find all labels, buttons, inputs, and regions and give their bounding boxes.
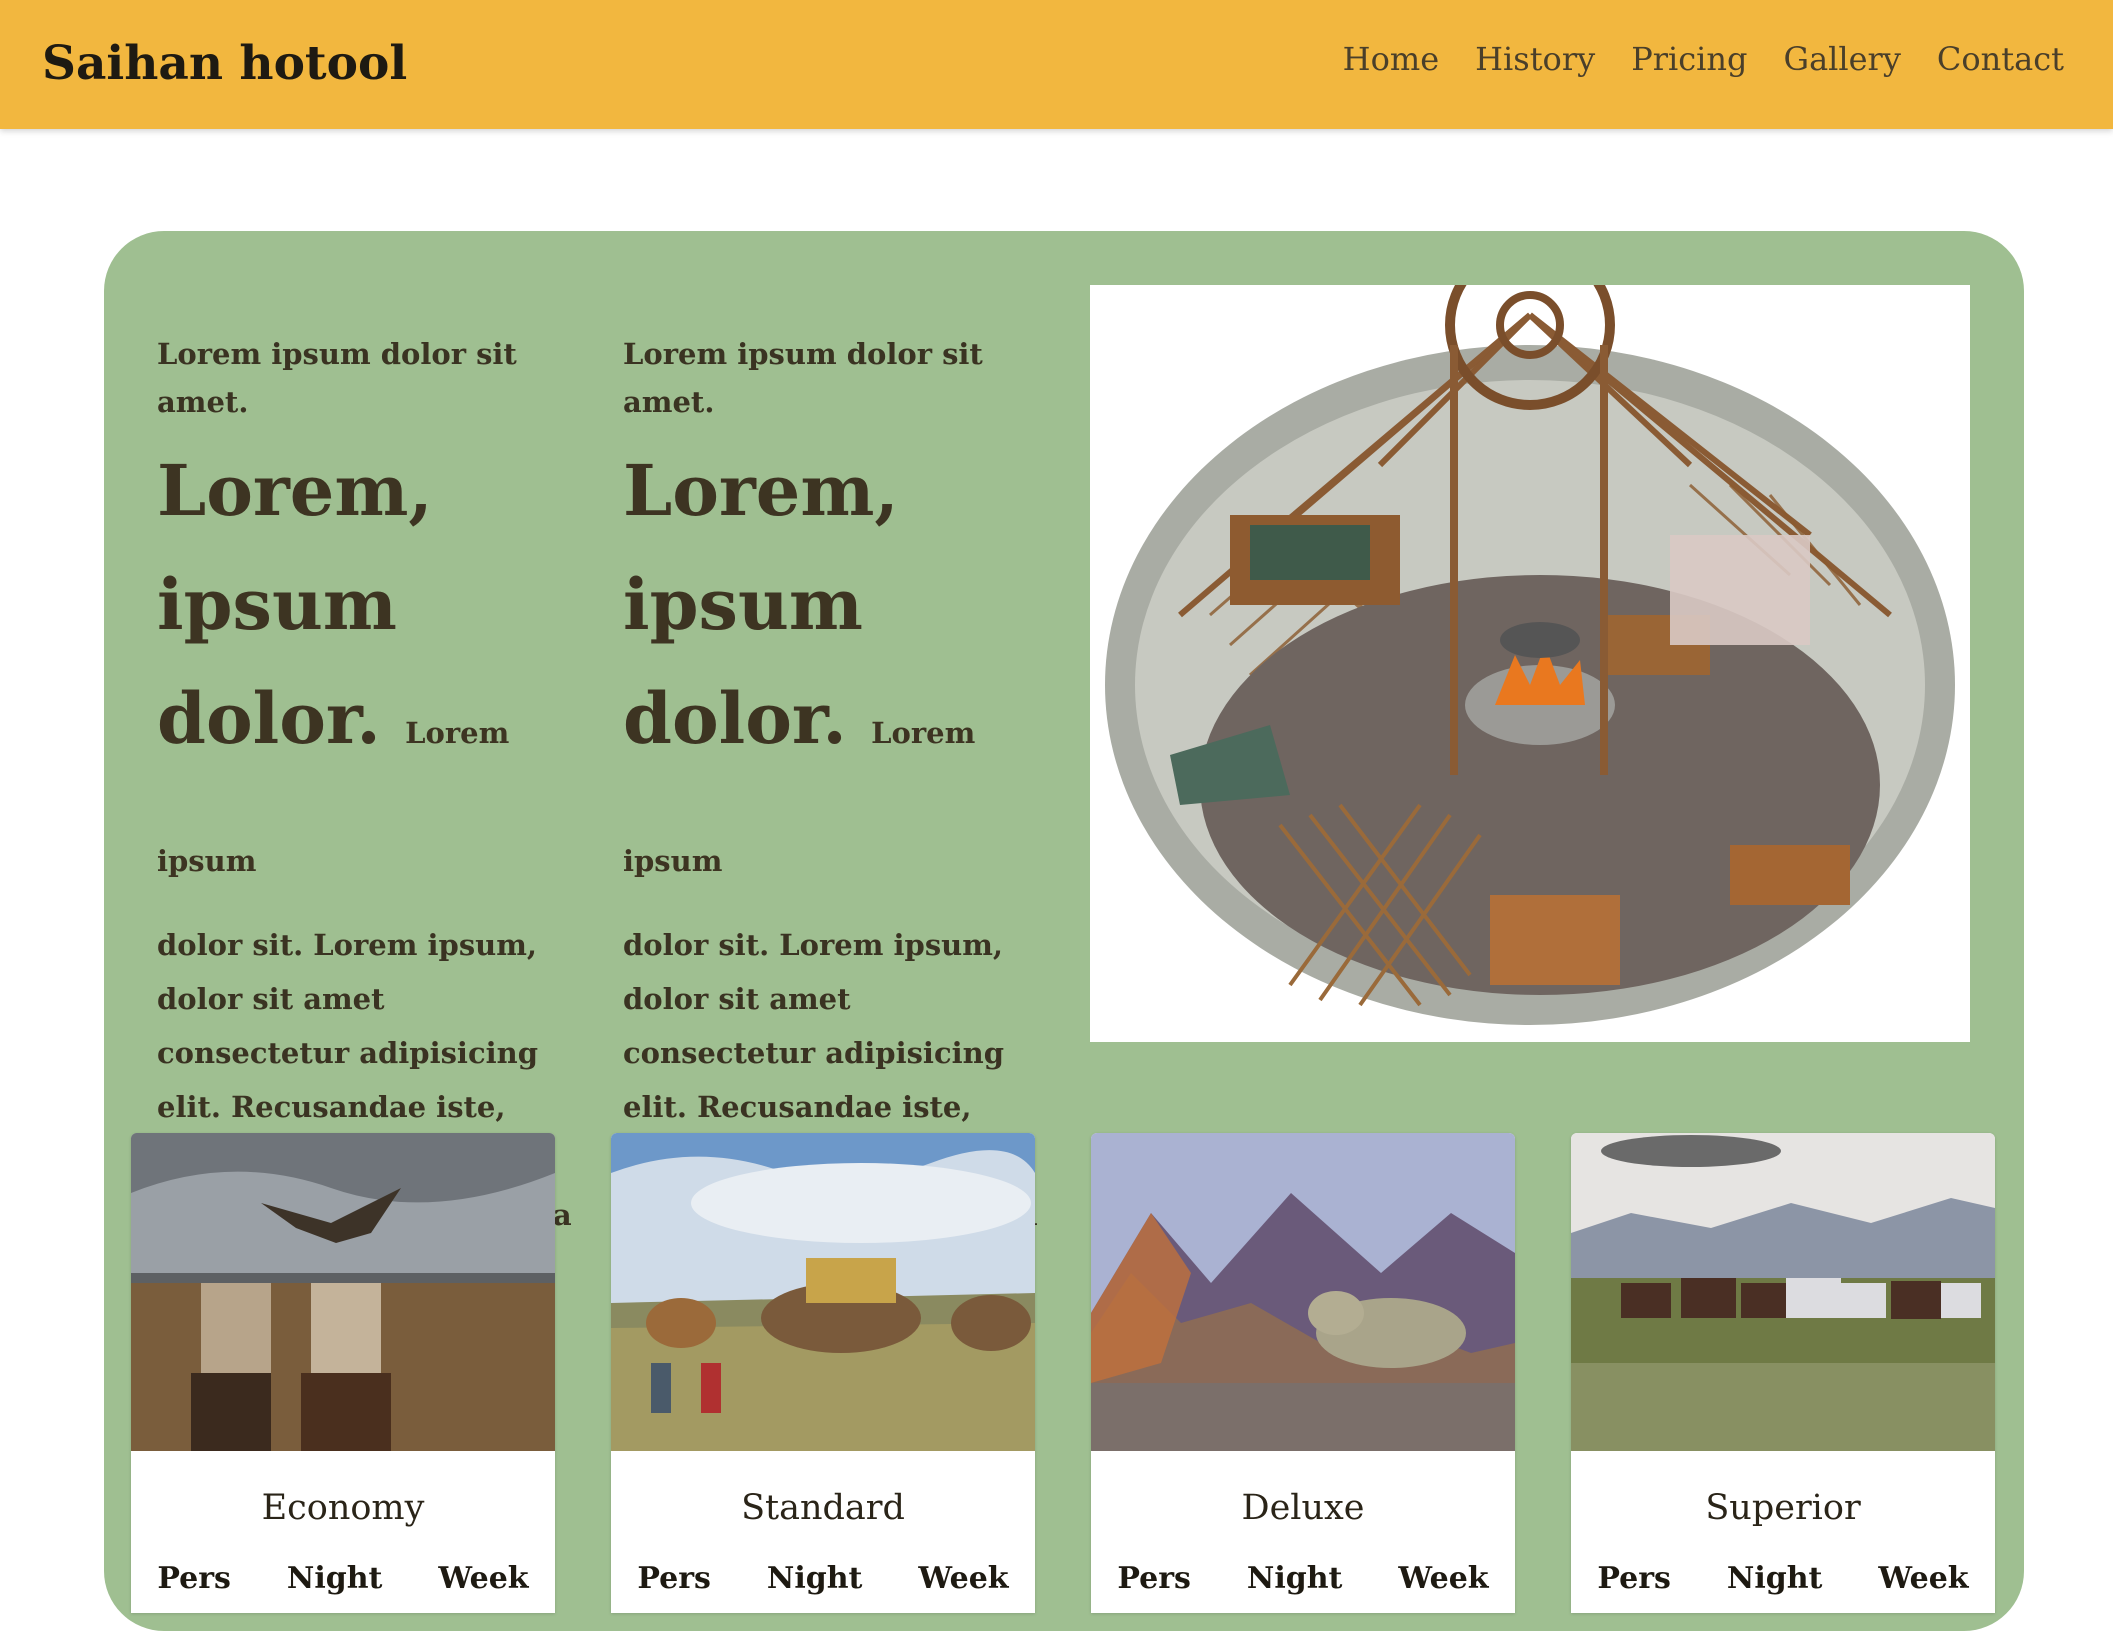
card-title: Economy xyxy=(261,1488,425,1528)
col-night: Night xyxy=(766,1561,863,1596)
col-night: Night xyxy=(1246,1561,1343,1596)
col-week: Week xyxy=(918,1561,1009,1596)
col-week: Week xyxy=(438,1561,529,1596)
card-price-columns: Pers Night Week xyxy=(611,1561,1035,1596)
pricing-card-standard[interactable]: Standard Pers Night Week xyxy=(611,1133,1035,1613)
wild-horses-photo xyxy=(1571,1133,1995,1451)
camel-caravan-photo xyxy=(611,1133,1035,1451)
card-price-columns: Pers Night Week xyxy=(131,1561,555,1596)
yurt-image xyxy=(1090,285,1970,1042)
yurt-illustration xyxy=(1090,285,1970,1042)
col-week: Week xyxy=(1398,1561,1489,1596)
col-pers: Pers xyxy=(1117,1561,1191,1596)
card-price-columns: Pers Night Week xyxy=(1571,1561,1995,1596)
col-week: Week xyxy=(1878,1561,1969,1596)
col-night: Night xyxy=(286,1561,383,1596)
pricing-card-economy[interactable]: Economy Pers Night Week xyxy=(131,1133,555,1613)
nav-contact[interactable]: Contact xyxy=(1937,40,2064,78)
col-pers: Pers xyxy=(157,1561,231,1596)
site-header: Saihan hotool Home History Pricing Galle… xyxy=(0,0,2113,129)
main-nav: Home History Pricing Gallery Contact xyxy=(1343,40,2064,78)
brand-logo[interactable]: Saihan hotool xyxy=(42,36,407,91)
eagle-hunters-photo xyxy=(131,1133,555,1451)
col-pers: Pers xyxy=(637,1561,711,1596)
intro-kicker: Lorem ipsum dolor sit amet. xyxy=(157,337,517,419)
pricing-card-superior[interactable]: Superior Pers Night Week xyxy=(1571,1133,1995,1613)
card-price-columns: Pers Night Week xyxy=(1091,1561,1515,1596)
intro-kicker: Lorem ipsum dolor sit amet. xyxy=(623,337,983,419)
card-title: Superior xyxy=(1705,1488,1861,1528)
intro-headline-text: Lorem, ipsum dolor. xyxy=(157,449,433,760)
intro-headline-text: Lorem, ipsum dolor. xyxy=(623,449,899,760)
intro-headline: Lorem, ipsum dolor. Lorem ipsum xyxy=(157,434,572,918)
card-title: Standard xyxy=(741,1488,905,1528)
col-pers: Pers xyxy=(1597,1561,1671,1596)
nav-gallery[interactable]: Gallery xyxy=(1784,40,1901,78)
snow-leopard-photo xyxy=(1091,1133,1515,1451)
nav-home[interactable]: Home xyxy=(1343,40,1439,78)
pricing-card-deluxe[interactable]: Deluxe Pers Night Week xyxy=(1091,1133,1515,1613)
intro-headline: Lorem, ipsum dolor. Lorem ipsum xyxy=(623,434,1038,918)
card-title: Deluxe xyxy=(1241,1488,1365,1528)
col-night: Night xyxy=(1726,1561,1823,1596)
nav-history[interactable]: History xyxy=(1475,40,1595,78)
nav-pricing[interactable]: Pricing xyxy=(1631,40,1747,78)
